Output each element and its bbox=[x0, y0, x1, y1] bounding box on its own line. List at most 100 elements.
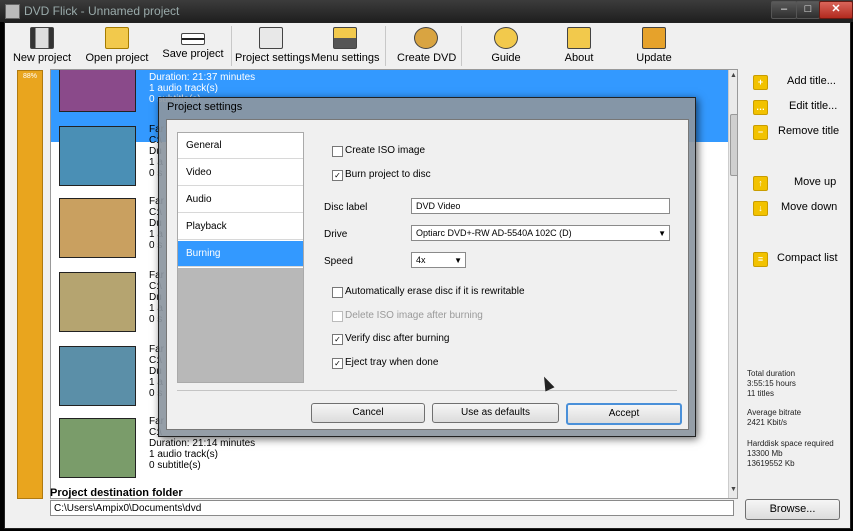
chevron-down-icon: ▼ bbox=[658, 229, 666, 238]
drive-select[interactable]: Optiarc DVD+-RW AD-5540A 102C (D) ▼ bbox=[411, 225, 670, 241]
nav-general[interactable]: General bbox=[178, 133, 303, 159]
delete-iso-box bbox=[332, 311, 343, 322]
add-title-label: Add title... bbox=[787, 75, 836, 87]
total-titles-value: 11 titles bbox=[747, 389, 774, 398]
update-icon bbox=[642, 27, 666, 49]
create-iso-box[interactable] bbox=[332, 146, 343, 157]
speed-select[interactable]: 4x ▼ bbox=[411, 252, 466, 268]
burn-to-disc-box[interactable]: ✓ bbox=[332, 170, 343, 181]
compact-list-icon: ≡ bbox=[753, 252, 768, 267]
title-audio: 1 audio track(s) bbox=[149, 83, 218, 94]
new-project-button[interactable]: New project bbox=[11, 25, 73, 67]
use-as-defaults-button[interactable]: Use as defaults bbox=[432, 403, 559, 423]
chevron-down-icon: ▼ bbox=[454, 256, 462, 265]
scroll-thumb[interactable] bbox=[730, 114, 737, 176]
total-duration-stats: Total duration 3:55:15 hours 11 titles bbox=[747, 369, 796, 399]
toolbar-separator bbox=[231, 26, 232, 66]
title-audio: 1 audio track(s) bbox=[149, 449, 218, 460]
eject-box[interactable]: ✓ bbox=[332, 358, 343, 369]
nav-audio[interactable]: Audio bbox=[178, 187, 303, 213]
create-dvd-icon bbox=[414, 27, 438, 49]
toolbar: New project Open project Save project Pr… bbox=[5, 23, 850, 68]
nav-video[interactable]: Video bbox=[178, 160, 303, 186]
minimize-button[interactable]: – bbox=[771, 1, 797, 19]
harddisk-kb-value: 13619552 Kb bbox=[747, 459, 795, 468]
app-icon bbox=[5, 4, 20, 19]
title-bar: DVD Flick - Unnamed project – □ ✕ bbox=[0, 0, 853, 22]
title-duration: Duration: 21:14 minutes bbox=[149, 438, 256, 449]
project-settings-dialog: Project settings General Video Audio Pla… bbox=[158, 97, 696, 437]
title-thumbnail bbox=[59, 346, 136, 406]
open-project-button[interactable]: Open project bbox=[83, 25, 151, 67]
edit-icon: … bbox=[753, 100, 768, 115]
verify-box[interactable]: ✓ bbox=[332, 334, 343, 345]
toolbar-separator bbox=[461, 26, 462, 66]
cancel-button[interactable]: Cancel bbox=[311, 403, 425, 423]
move-up-label: Move up bbox=[794, 176, 837, 188]
folder-icon bbox=[105, 27, 129, 49]
open-project-label: Open project bbox=[85, 52, 149, 64]
title-subtitles: 0 subtitle(s) bbox=[149, 460, 201, 471]
title-thumbnail bbox=[59, 198, 136, 258]
browse-button[interactable]: Browse... bbox=[745, 499, 840, 520]
nav-playback[interactable]: Playback bbox=[178, 214, 303, 240]
close-button[interactable]: ✕ bbox=[819, 1, 853, 19]
window-title: DVD Flick - Unnamed project bbox=[24, 4, 180, 18]
settings-nav: General Video Audio Playback Burning bbox=[177, 132, 304, 383]
create-dvd-label: Create DVD bbox=[397, 52, 457, 64]
auto-erase-box[interactable] bbox=[332, 287, 343, 298]
guide-icon bbox=[494, 27, 518, 49]
project-settings-label: Project settings bbox=[235, 52, 311, 64]
disc-label-label: Disc label bbox=[324, 202, 368, 213]
eject-label: Eject tray when done bbox=[345, 357, 439, 368]
harddisk-stats: Harddisk space required 13300 Mb 1361955… bbox=[747, 439, 834, 469]
list-scrollbar[interactable]: ▲ ▼ bbox=[728, 70, 737, 498]
minus-icon: − bbox=[753, 125, 768, 140]
create-dvd-button[interactable]: Create DVD bbox=[397, 25, 457, 67]
project-settings-button[interactable]: Project settings bbox=[235, 25, 311, 67]
destination-folder-input[interactable]: C:\Users\Ampix0\Documents\dvd bbox=[50, 500, 734, 516]
title-duration: Duration: 21:37 minutes bbox=[149, 72, 256, 83]
speed-label: Speed bbox=[324, 256, 353, 267]
disc-label-input[interactable]: DVD Video bbox=[411, 198, 670, 214]
total-duration-label: Total duration bbox=[747, 369, 796, 378]
arrow-down-icon: ↓ bbox=[753, 201, 768, 216]
toolbar-separator bbox=[385, 26, 386, 66]
drive-label: Drive bbox=[324, 229, 348, 240]
update-button[interactable]: Update bbox=[631, 25, 677, 67]
title-thumbnail bbox=[59, 418, 136, 478]
save-project-button[interactable]: Save project bbox=[160, 25, 226, 67]
scroll-up-icon[interactable]: ▲ bbox=[730, 72, 737, 79]
destination-label: Project destination folder bbox=[50, 487, 183, 499]
title-thumbnail bbox=[59, 272, 136, 332]
guide-label: Guide bbox=[491, 52, 521, 64]
plus-icon: + bbox=[753, 75, 768, 90]
edit-title-label: Edit title... bbox=[789, 100, 838, 112]
scroll-down-icon[interactable]: ▼ bbox=[730, 486, 737, 493]
update-label: Update bbox=[636, 52, 672, 64]
progress-percent: 88% bbox=[22, 73, 37, 80]
verify-label: Verify disc after burning bbox=[345, 333, 450, 344]
save-project-label: Save project bbox=[162, 48, 224, 60]
remove-title-label: Remove title bbox=[778, 125, 840, 137]
speed-select-value: 4x bbox=[416, 255, 426, 265]
about-button[interactable]: About bbox=[558, 25, 600, 67]
settings-icon bbox=[259, 27, 283, 49]
nav-burning[interactable]: Burning bbox=[178, 241, 303, 267]
harddisk-label: Harddisk space required bbox=[747, 439, 834, 448]
dialog-separator bbox=[177, 390, 677, 391]
avg-bitrate-label: Average bitrate bbox=[747, 408, 802, 417]
accept-button[interactable]: Accept bbox=[566, 403, 682, 425]
drive-select-value: Optiarc DVD+-RW AD-5540A 102C (D) bbox=[416, 228, 572, 238]
nav-empty-area bbox=[178, 268, 303, 382]
dialog-body: General Video Audio Playback Burning Cre… bbox=[166, 119, 689, 430]
move-down-label: Move down bbox=[781, 201, 838, 213]
about-label: About bbox=[564, 52, 594, 64]
menu-settings-button[interactable]: Menu settings bbox=[311, 25, 379, 67]
guide-button[interactable]: Guide bbox=[485, 25, 527, 67]
dialog-title: Project settings bbox=[167, 101, 243, 113]
maximize-button[interactable]: □ bbox=[796, 1, 820, 19]
burn-to-disc-label: Burn project to disc bbox=[345, 169, 431, 180]
harddisk-mb-value: 13300 Mb bbox=[747, 449, 783, 458]
auto-erase-label: Automatically erase disc if it is rewrit… bbox=[345, 286, 525, 297]
